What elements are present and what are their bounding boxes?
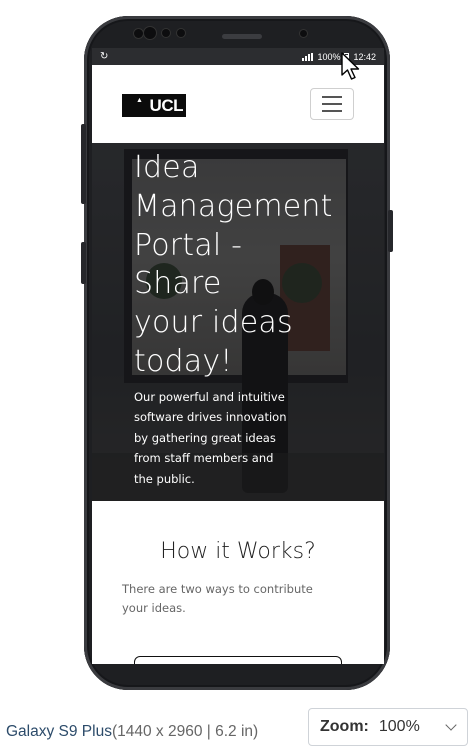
hero-title-line: Share bbox=[134, 266, 222, 302]
chevron-down-icon bbox=[445, 719, 457, 731]
front-camera-icon bbox=[144, 27, 156, 39]
earpiece-speaker bbox=[222, 34, 262, 39]
hero-title-line: today! bbox=[134, 343, 233, 379]
hero-subtitle-line: software drives innovation bbox=[134, 410, 287, 425]
device-name-label: Galaxy S9 Plus(1440 x 2960 | 6.2 in) bbox=[6, 723, 258, 741]
zoom-value: 100% bbox=[378, 718, 420, 735]
mouse-cursor-icon bbox=[341, 52, 360, 80]
hero-title-line: your ideas bbox=[134, 305, 293, 341]
ucl-portico-icon: ▲ bbox=[136, 97, 143, 104]
sensor-icon bbox=[177, 29, 185, 37]
how-it-works-text: There are two ways to contribute your id… bbox=[122, 580, 358, 618]
signal-icon bbox=[302, 52, 314, 61]
hero-subtitle-line: Our powerful and intuitive bbox=[134, 390, 285, 404]
sensor-icon bbox=[162, 29, 170, 37]
ucl-logo[interactable]: ▲ UCL bbox=[122, 94, 186, 117]
zoom-select[interactable]: Zoom: 100% bbox=[308, 708, 468, 746]
power-button bbox=[388, 210, 393, 252]
hero-subtitle: Our powerful and intuitive software driv… bbox=[134, 387, 320, 489]
iris-sensor-icon bbox=[300, 30, 307, 37]
hamburger-bar-icon bbox=[322, 96, 342, 98]
hero-banner: Idea Management Portal - Share your idea… bbox=[92, 143, 384, 501]
hero-title-line: Portal - bbox=[134, 227, 243, 263]
battery-percent: 100% bbox=[317, 51, 341, 62]
hero-title: Idea Management Portal - Share your idea… bbox=[134, 149, 374, 382]
front-camera-icon bbox=[134, 29, 143, 38]
hero-title-line: Management bbox=[134, 188, 333, 224]
how-it-works-section: How it Works? There are two ways to cont… bbox=[92, 501, 384, 664]
volume-button bbox=[81, 124, 86, 204]
bixby-button bbox=[81, 242, 86, 284]
hamburger-bar-icon bbox=[322, 103, 342, 105]
emulator-stage: ↻ 100% 12:42 ▲ UCL Idea Management Porta… bbox=[0, 0, 474, 752]
how-it-works-title: How it Works? bbox=[160, 539, 316, 564]
hero-title-line: Idea bbox=[134, 150, 200, 185]
device-name: Galaxy S9 Plus bbox=[6, 723, 112, 740]
hero-subtitle-line: the public. bbox=[134, 471, 195, 486]
sync-icon: ↻ bbox=[100, 51, 109, 62]
device-spec: (1440 x 2960 | 6.2 in) bbox=[111, 723, 259, 740]
hero-subtitle-line: by gathering great ideas bbox=[134, 430, 276, 445]
how-it-works-text-line: There are two ways to contribute bbox=[122, 582, 313, 596]
zoom-label: Zoom: bbox=[320, 718, 369, 735]
logo-text: UCL bbox=[149, 95, 184, 115]
how-it-works-text-line: your ideas. bbox=[122, 601, 186, 615]
contribute-option-card[interactable] bbox=[134, 656, 342, 664]
hamburger-bar-icon bbox=[322, 110, 342, 112]
hamburger-menu-button[interactable] bbox=[310, 88, 354, 120]
hero-subtitle-line: from staff members and bbox=[134, 451, 274, 466]
phone-screen: ↻ 100% 12:42 ▲ UCL Idea Management Porta… bbox=[92, 48, 384, 664]
